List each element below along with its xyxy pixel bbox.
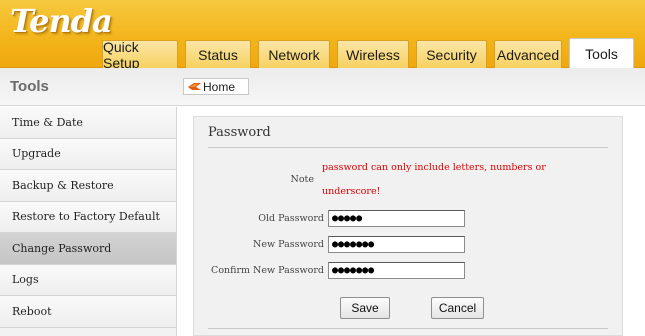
sidebar-item-upgrade[interactable]: Upgrade bbox=[0, 138, 176, 170]
sidebar-item-factory-default[interactable]: Restore to Factory Default bbox=[0, 201, 176, 233]
panel-divider bbox=[208, 147, 608, 148]
section-heading: Tools bbox=[10, 78, 49, 95]
top-header: Tenda Quick Setup Status Network Wireles… bbox=[0, 0, 645, 71]
tenda-logo: Tenda bbox=[10, 2, 113, 40]
sidebar-item-reboot[interactable]: Reboot bbox=[0, 296, 176, 328]
tab-status[interactable]: Status bbox=[185, 40, 251, 68]
breadcrumb-bar: Tools Home bbox=[0, 68, 645, 106]
panel-bottom-divider bbox=[208, 328, 608, 329]
note-text-line1: password can only include letters, numbe… bbox=[322, 162, 546, 173]
panel-title: Password bbox=[208, 125, 271, 140]
tab-wireless[interactable]: Wireless bbox=[337, 40, 409, 68]
tab-quick-setup[interactable]: Quick Setup bbox=[102, 39, 178, 71]
tab-network[interactable]: Network bbox=[258, 40, 330, 68]
password-panel: Password Note password can only include … bbox=[193, 116, 623, 336]
tab-tools[interactable]: Tools bbox=[569, 38, 634, 69]
home-breadcrumb-label: Home bbox=[203, 79, 236, 94]
old-password-label: Old Password bbox=[258, 213, 324, 224]
tab-security[interactable]: Security bbox=[416, 40, 487, 68]
sidebar-item-logs[interactable]: Logs bbox=[0, 264, 176, 296]
note-text-line2: underscore! bbox=[322, 186, 381, 197]
note-label: Note bbox=[290, 174, 314, 185]
sidebar-item-change-password[interactable]: Change Password bbox=[0, 233, 176, 265]
save-button[interactable]: Save bbox=[340, 297, 390, 319]
new-password-input[interactable]: ●●●●●●● bbox=[328, 236, 465, 253]
home-breadcrumb[interactable]: Home bbox=[183, 78, 249, 95]
home-icon bbox=[188, 83, 201, 90]
sidebar-item-backup-restore[interactable]: Backup & Restore bbox=[0, 170, 176, 202]
sidebar: Time & Date Upgrade Backup & Restore Res… bbox=[0, 107, 177, 336]
confirm-password-label: Confirm New Password bbox=[211, 265, 324, 276]
cancel-button[interactable]: Cancel bbox=[431, 297, 484, 319]
tab-advanced[interactable]: Advanced bbox=[494, 40, 562, 68]
confirm-password-input[interactable]: ●●●●●●● bbox=[328, 262, 465, 279]
sidebar-item-time-date[interactable]: Time & Date bbox=[0, 107, 176, 139]
new-password-label: New Password bbox=[253, 239, 324, 250]
old-password-input[interactable]: ●●●●● bbox=[328, 210, 465, 227]
